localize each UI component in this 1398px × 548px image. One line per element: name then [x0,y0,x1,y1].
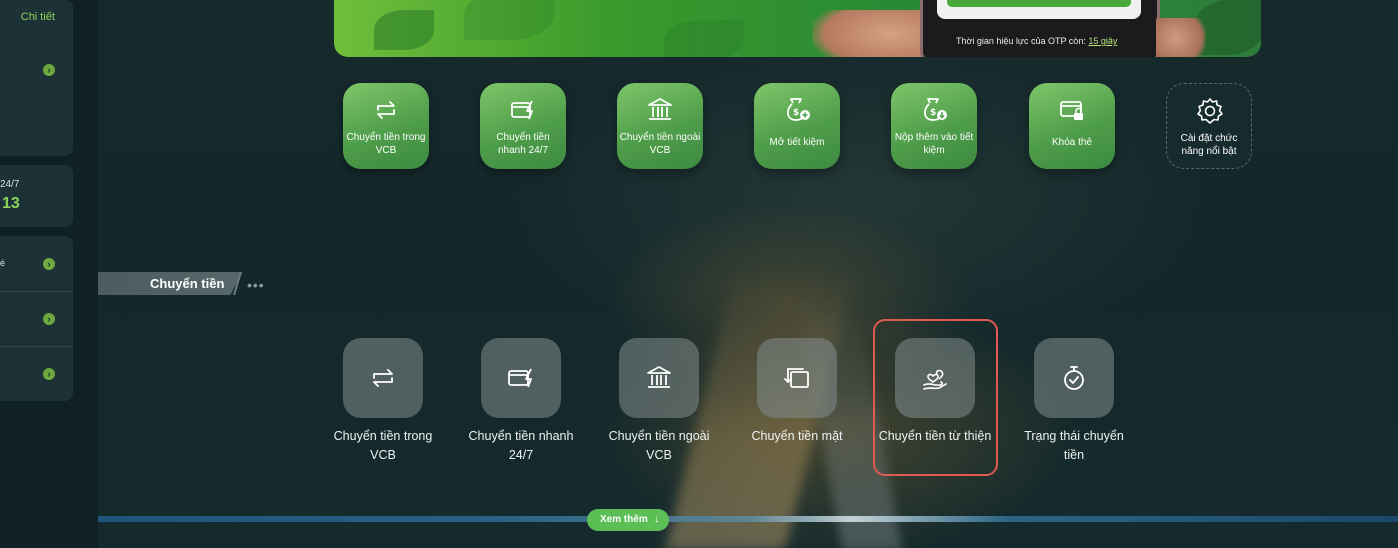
menu-item-fragment: é [0,258,6,268]
featured-label: Nộp thêm vào tiết kiệm [894,132,974,156]
otp-seconds: 15 giây [1088,36,1118,46]
featured-transfer-outside[interactable]: Chuyển tiền ngoài VCB [617,83,703,169]
tile-cash-transfer[interactable] [757,338,837,418]
slash-decoration [233,272,242,295]
money-bag-down-icon: $ [924,98,947,121]
tile-label: Chuyển tiền mặt [751,429,843,443]
svg-text:$: $ [930,108,936,118]
featured-label: Mở tiết kiệm [769,137,825,148]
see-more-label: Xem thêm [600,514,648,525]
phone-image [920,0,1160,57]
highlight-box [873,319,998,476]
leaf-decoration [664,20,744,57]
promo-banner[interactable]: Thời gian hiệu lực của OTP còn: 15 giây [334,0,1261,57]
tile-transfer-outside[interactable] [619,338,699,418]
featured-lock-card[interactable]: Khóa thẻ [1029,83,1115,169]
tile-transfer-in-vcb[interactable] [343,338,423,418]
menu-card: é › › › [0,236,73,401]
cash-transfer-icon [784,368,809,388]
section-title: Chuyển tiền [150,276,225,291]
featured-label: Chuyển tiền trong VCB [346,132,426,156]
featured-label: Chuyển tiền nhanh 24/7 [496,132,550,156]
featured-transfer-in-vcb[interactable]: Chuyển tiền trong VCB [343,83,429,169]
svg-text:$: $ [793,108,799,118]
chevron-right-icon[interactable]: › [43,258,55,270]
summary-value: 13 [2,195,20,212]
tile-transfer-fast[interactable] [481,338,561,418]
tile-label: Chuyển tiền trong VCB [333,429,433,462]
gear-icon [1197,98,1223,124]
divider [0,291,73,292]
more-dots-icon[interactable]: ••• [247,277,265,293]
featured-open-savings[interactable]: $ Mở tiết kiệm [754,83,840,169]
bank-icon [647,366,671,388]
tile-label: Trạng thái chuyển tiền [1024,429,1124,462]
bank-icon [648,98,672,120]
featured-label: Khóa thẻ [1051,137,1093,148]
featured-deposit-savings[interactable]: $ Nộp thêm vào tiết kiệm [891,83,977,169]
chevron-right-icon[interactable]: › [43,64,55,76]
featured-label: Chuyển tiền ngoài VCB [619,132,701,156]
featured-label: Cài đặt chức năng nổi bật [1180,133,1238,157]
tile-label: Chuyển tiền ngoài VCB [608,429,710,462]
leaf-decoration [464,0,554,40]
thumb-image [1156,18,1206,57]
card-lock-icon [1060,101,1083,120]
see-more-button[interactable]: Xem thêm ↓ [587,509,669,531]
tile-transfer-status[interactable] [1034,338,1114,418]
left-sidebar: Chi tiết › 24/7 13 é › › › [0,0,98,548]
section-title-bar: Chuyển tiền [98,272,242,295]
transfer-arrows-icon [377,101,395,119]
detail-link[interactable]: Chi tiết [21,11,55,23]
card-lightning-icon [508,368,532,388]
featured-transfer-fast[interactable]: Chuyển tiền nhanh 24/7 [480,83,566,169]
tile-label: Chuyển tiền nhanh 24/7 [468,429,574,462]
chevron-right-icon[interactable]: › [43,313,55,325]
bottom-divider [98,516,1398,522]
card-lightning-icon [511,100,533,120]
money-bag-plus-icon: $ [787,98,810,121]
summary-label: 24/7 [0,179,20,190]
transfer-arrows-icon [373,369,393,387]
divider [0,346,73,347]
leaf-decoration [374,10,434,50]
summary-card: 24/7 13 [0,165,73,227]
arrow-down-icon: ↓ [654,514,659,525]
stopwatch-check-icon [1064,366,1084,390]
account-card: Chi tiết › [0,0,73,156]
chevron-right-icon[interactable]: › [43,368,55,380]
otp-timer-text: Thời gian hiệu lực của OTP còn: 15 giây [956,36,1118,46]
featured-settings[interactable]: Cài đặt chức năng nổi bật [1166,83,1252,169]
